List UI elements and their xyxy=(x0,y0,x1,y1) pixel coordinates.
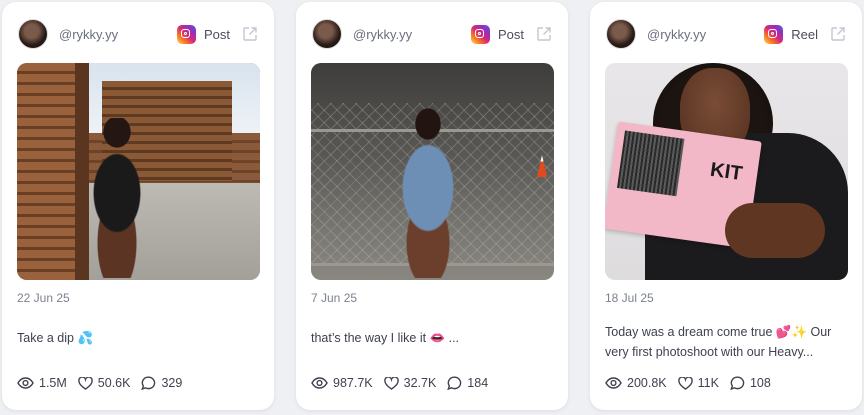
avatar[interactable] xyxy=(18,19,48,49)
post-caption: that’s the way I like it 👄 ... xyxy=(311,331,460,345)
eye-icon xyxy=(311,377,328,389)
card-header: @rykky.yy Post xyxy=(312,17,552,51)
post-caption: Take a dip 💦 xyxy=(17,331,94,345)
comments-count: 108 xyxy=(749,376,771,390)
post-card[interactable]: @rykky.yy Post 22 Jun 25 Take a dip 💦 1.… xyxy=(2,2,274,410)
photo-wood-post xyxy=(75,63,89,280)
avatar[interactable] xyxy=(312,19,342,49)
parking-garage-fence-photo[interactable] xyxy=(311,63,554,280)
post-date: 7 Jun 25 xyxy=(311,291,358,305)
card-header: @rykky.yy Reel xyxy=(606,17,846,51)
comments-count: 329 xyxy=(161,376,183,390)
likes-stat: 32.7K xyxy=(383,376,437,390)
external-link-icon[interactable] xyxy=(536,26,552,42)
kit-box-label: KIT xyxy=(708,158,744,186)
comments-stat: 184 xyxy=(447,376,488,390)
post-type-label: Post xyxy=(497,26,524,42)
lash-kit-product-photo[interactable]: KIT xyxy=(605,63,848,280)
instagram-icon xyxy=(176,24,196,44)
views-count: 200.8K xyxy=(627,376,667,390)
comments-stat: 108 xyxy=(730,376,771,390)
outdoor-pergola-photo[interactable] xyxy=(17,63,260,280)
likes-count: 11K xyxy=(697,376,719,390)
likes-count: 32.7K xyxy=(403,376,437,390)
likes-stat: 11K xyxy=(677,376,719,390)
eye-icon xyxy=(605,377,622,389)
heart-icon xyxy=(677,376,693,390)
views-stat: 987.7K xyxy=(311,376,373,390)
heart-icon xyxy=(78,376,93,390)
likes-stat: 50.6K xyxy=(78,376,131,390)
post-type-label: Reel xyxy=(791,26,818,42)
eye-icon xyxy=(17,377,34,389)
avatar[interactable] xyxy=(606,19,636,49)
comments-count: 184 xyxy=(467,376,489,390)
instagram-icon xyxy=(764,24,784,44)
post-type-label: Post xyxy=(203,26,230,42)
views-count: 987.7K xyxy=(333,376,373,390)
post-card[interactable]: @rykky.yy Reel KIT 18 Jul 25 Today was a… xyxy=(590,2,862,410)
external-link-icon[interactable] xyxy=(830,26,846,42)
photo-person xyxy=(89,118,145,278)
instagram-icon xyxy=(470,24,490,44)
engagement-stats: 200.8K 11K 108 xyxy=(605,376,782,390)
post-caption: Today was a dream come true 💕✨ Our very … xyxy=(605,325,832,359)
views-stat: 1.5M xyxy=(17,376,67,390)
engagement-stats: 987.7K 32.7K 184 xyxy=(311,376,499,390)
views-stat: 200.8K xyxy=(605,376,667,390)
card-header: @rykky.yy Post xyxy=(18,17,258,51)
engagement-stats: 1.5M 50.6K 329 xyxy=(17,376,193,390)
comment-icon xyxy=(447,376,462,390)
likes-count: 50.6K xyxy=(97,376,131,390)
photo-wood-wall xyxy=(17,63,79,280)
account-handle[interactable]: @rykky.yy xyxy=(59,27,118,42)
external-link-icon[interactable] xyxy=(242,26,258,42)
comment-icon xyxy=(141,376,156,390)
post-date: 22 Jun 25 xyxy=(17,291,70,305)
photo-person xyxy=(397,108,459,278)
post-date: 18 Jul 25 xyxy=(605,291,654,305)
comment-icon xyxy=(730,376,745,390)
views-count: 1.5M xyxy=(39,376,67,390)
heart-icon xyxy=(383,376,399,390)
photo-hand xyxy=(725,203,825,258)
comments-stat: 329 xyxy=(141,376,182,390)
post-card[interactable]: @rykky.yy Post 7 Jun 25 that’s the way I… xyxy=(296,2,568,410)
account-handle[interactable]: @rykky.yy xyxy=(353,27,412,42)
account-handle[interactable]: @rykky.yy xyxy=(647,27,706,42)
